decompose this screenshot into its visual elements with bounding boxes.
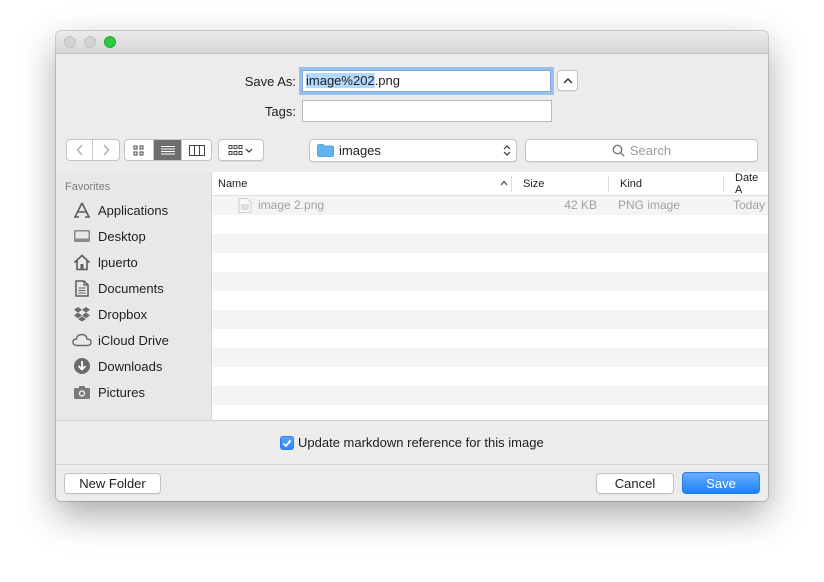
png-file-icon — [238, 198, 252, 213]
filename-selected-text: image%202 — [306, 73, 375, 88]
documents-icon — [72, 279, 92, 297]
column-header-name[interactable]: Name — [218, 172, 508, 195]
file-date: Today — [733, 198, 766, 212]
back-forward-control — [66, 139, 120, 161]
grid-icon — [133, 145, 144, 155]
group-grid-icon — [228, 144, 253, 155]
sidebar-item-label: Desktop — [98, 228, 146, 244]
cancel-button[interactable]: Cancel — [596, 473, 674, 494]
columns-icon — [188, 144, 205, 156]
save-dialog: Save As: image%202.png Tags: images Sear… — [56, 31, 768, 501]
sort-ascending-icon — [500, 180, 508, 186]
file-list: Name Size Kind Date A image 2.png 42 KB … — [212, 172, 768, 420]
cloud-icon — [72, 331, 92, 349]
search-placeholder: Search — [629, 143, 672, 158]
sidebar-item-label: iCloud Drive — [98, 332, 169, 348]
forward-button[interactable] — [93, 140, 119, 160]
checkmark-icon — [282, 439, 292, 447]
save-button[interactable]: Save — [682, 472, 760, 494]
chevron-left-icon — [75, 144, 83, 156]
sidebar-item-label: Pictures — [98, 384, 145, 400]
home-icon — [72, 253, 92, 271]
search-field[interactable]: Search — [525, 139, 758, 162]
applications-icon — [72, 201, 92, 219]
downloads-icon — [72, 357, 92, 375]
back-button[interactable] — [67, 140, 93, 160]
accessory-options: Update markdown reference for this image — [56, 420, 768, 465]
sidebar-item-label: Downloads — [98, 358, 163, 374]
sidebar-item-label: Documents — [98, 280, 164, 296]
icon-view-button[interactable] — [125, 140, 154, 160]
zoom-window-button[interactable] — [104, 36, 116, 48]
folder-icon — [317, 144, 334, 157]
sidebar-item-lpuerto[interactable]: lpuerto — [56, 250, 211, 274]
dialog-footer: New Folder Cancel Save — [56, 464, 768, 501]
update-reference-label[interactable]: Update markdown reference for this image — [298, 435, 544, 450]
sidebar-item-documents[interactable]: Documents — [56, 276, 211, 300]
save-as-label: Save As: — [244, 74, 296, 89]
chevron-up-icon — [562, 77, 573, 84]
tags-label: Tags: — [264, 104, 296, 119]
table-row[interactable]: image 2.png 42 KB PNG image Today — [212, 196, 768, 215]
new-folder-button[interactable]: New Folder — [64, 473, 161, 494]
filename-input[interactable]: image%202.png — [302, 70, 551, 92]
file-name: image 2.png — [258, 198, 325, 212]
list-view-button[interactable] — [153, 140, 183, 160]
list-icon — [160, 145, 175, 154]
desktop-icon — [72, 227, 92, 245]
file-kind: PNG image — [618, 198, 681, 212]
sidebar-item-label: lpuerto — [98, 254, 138, 270]
sidebar-item-icloud-drive[interactable]: iCloud Drive — [56, 328, 211, 352]
file-list-header: Name Size Kind Date A — [212, 172, 768, 196]
chevron-right-icon — [103, 144, 110, 156]
update-reference-checkbox[interactable] — [280, 436, 294, 450]
column-header-kind[interactable]: Kind — [620, 172, 642, 195]
tags-field[interactable] — [302, 100, 552, 122]
column-header-size[interactable]: Size — [523, 172, 544, 195]
group-by-button[interactable] — [218, 139, 264, 161]
location-label: images — [339, 143, 381, 158]
sidebar-item-desktop[interactable]: Desktop — [56, 224, 211, 248]
view-mode-control — [124, 139, 212, 161]
filename-extension-text: .png — [374, 73, 400, 88]
sidebar-item-label: Applications — [98, 202, 169, 218]
updown-chevron-icon — [503, 145, 511, 156]
title-bar — [56, 31, 768, 54]
location-popup[interactable]: images — [309, 139, 517, 162]
search-icon — [612, 144, 625, 157]
pictures-icon — [72, 383, 92, 401]
column-header-date[interactable]: Date A — [735, 172, 768, 196]
column-view-button[interactable] — [182, 140, 211, 160]
sidebar-header-favorites: Favorites — [65, 181, 111, 193]
sidebar-item-downloads[interactable]: Downloads — [56, 354, 211, 378]
close-window-button[interactable] — [64, 36, 76, 48]
sidebar-item-dropbox[interactable]: Dropbox — [56, 302, 211, 326]
minimize-window-button[interactable] — [84, 36, 96, 48]
sidebar-item-applications[interactable]: Applications — [56, 198, 211, 222]
sidebar: Favorites Applications Desktop lpuerto D… — [56, 172, 212, 420]
sidebar-item-pictures[interactable]: Pictures — [56, 380, 211, 404]
file-size: 42 KB — [564, 198, 597, 212]
dropbox-icon — [72, 305, 92, 323]
sidebar-item-label: Dropbox — [98, 306, 148, 322]
collapse-dialog-button[interactable] — [557, 70, 578, 91]
